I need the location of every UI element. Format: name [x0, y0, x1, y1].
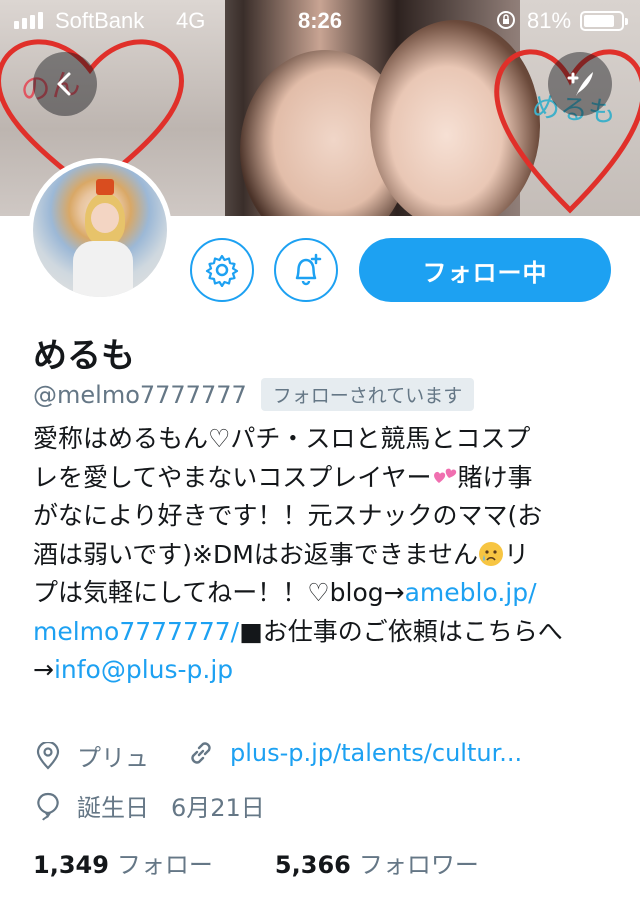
handle-row: @melmo7777777 フォローされています: [33, 378, 475, 411]
followers-label[interactable]: フォロワー: [359, 845, 479, 880]
location-row: プリュ: [33, 738, 149, 773]
avatar-photo-face: [91, 203, 119, 233]
bell-plus-icon: [295, 253, 322, 286]
blog-link[interactable]: ameblo.jp/: [405, 578, 537, 607]
bio-line: →info@plus-p.jp: [33, 655, 234, 684]
avatar[interactable]: [28, 158, 172, 302]
profile-name: めるも: [33, 336, 135, 376]
notifications-button[interactable]: [274, 238, 338, 302]
avatar-photo-shirt: [73, 241, 133, 297]
profile-bio: 愛称はめるもん♡パチ・スロと競馬とコスプ レを愛してやまないコスプレイヤー 賭け…: [33, 420, 618, 690]
following-label[interactable]: フォロー: [117, 845, 213, 880]
rotation-lock-icon: [497, 11, 515, 29]
profile-url-link[interactable]: plus-p.jp/talents/cultur...: [230, 739, 522, 767]
url-row[interactable]: plus-p.jp/talents/cultur...: [186, 738, 522, 768]
compose-tweet-icon: [567, 72, 593, 96]
location-pin-icon: [33, 741, 63, 771]
battery-percent: 81%: [527, 8, 572, 33]
birthday-label: 誕生日: [77, 794, 149, 822]
compose-tweet-button[interactable]: [548, 52, 612, 116]
following-button[interactable]: フォロー中: [359, 238, 611, 302]
follow-stats: 1,349 フォロー 5,366 フォロワー: [33, 845, 479, 880]
status-bar: SoftBank 4G 8:26 81%: [0, 0, 640, 40]
two-hearts-emoji-icon: [433, 468, 456, 483]
profile-handle: @melmo7777777: [33, 380, 247, 409]
bio-line: 愛称はめるもん♡パチ・スロと競馬とコスプ: [33, 424, 531, 453]
birthday-row: 誕生日 6月21日: [33, 788, 265, 823]
bio-line: melmo7777777/■お仕事のご依頼はこちらへ: [33, 616, 563, 646]
bio-line: プは気軽にしてねー！！♡blog→ameblo.jp/: [33, 578, 537, 607]
email-link[interactable]: info@plus-p.jp: [54, 655, 233, 684]
settings-button[interactable]: [190, 238, 254, 302]
blog-link-cont[interactable]: melmo7777777/: [33, 617, 239, 646]
link-icon: [186, 738, 216, 768]
follows-you-badge: フォローされています: [260, 378, 475, 411]
chevron-left-icon: [57, 72, 71, 96]
crying-face-emoji-icon: [479, 541, 504, 566]
following-count[interactable]: 1,349: [33, 851, 109, 879]
bio-line: レを愛してやまないコスプレイヤー 賭け事: [33, 462, 533, 492]
followers-count[interactable]: 5,366: [275, 851, 351, 879]
gear-icon: [205, 254, 239, 287]
bio-line: がなにより好きです！！元スナックのママ(お: [33, 501, 543, 530]
battery-icon: [580, 11, 628, 31]
balloon-icon: [33, 791, 63, 821]
back-button[interactable]: [33, 52, 97, 116]
avatar-photo-hat: [96, 179, 114, 195]
birthday-value: 6月21日: [171, 794, 265, 822]
location-text: プリュ: [77, 744, 149, 772]
bio-line: 酒は弱いです)※DMはお返事できません リ: [33, 539, 530, 569]
